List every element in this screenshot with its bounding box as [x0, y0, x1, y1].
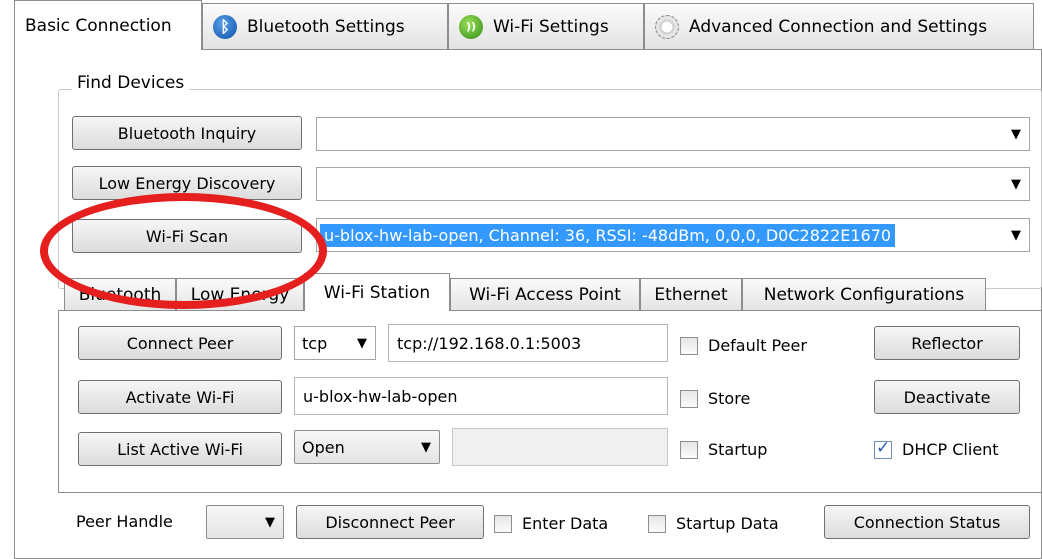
chevron-down-icon[interactable]: ▼ [413, 440, 439, 455]
tab-label: Wi-Fi Settings [493, 16, 609, 37]
enter-data-checkbox[interactable]: Enter Data [494, 514, 608, 533]
tab-wifi-access-point[interactable]: Wi-Fi Access Point [450, 278, 640, 311]
tab-label: Bluetooth Settings [247, 16, 405, 37]
checkbox-box[interactable] [680, 389, 698, 408]
tab-ethernet[interactable]: Ethernet [640, 278, 742, 311]
checkbox-label: Enter Data [522, 514, 609, 533]
startup-checkbox[interactable]: Startup [680, 440, 767, 459]
tab-bluetooth-settings[interactable]: Bluetooth Settings [202, 3, 448, 49]
dhcp-client-checkbox[interactable]: DHCP Client [874, 438, 999, 459]
security-select[interactable]: Open ▼ [294, 430, 440, 464]
chevron-down-icon[interactable]: ▼ [1003, 127, 1029, 142]
security-value: Open [302, 437, 345, 457]
store-checkbox[interactable]: Store [680, 389, 750, 408]
checkbox-box[interactable] [648, 514, 666, 533]
chevron-down-icon[interactable]: ▼ [257, 515, 283, 530]
protocol-value: tcp [302, 333, 328, 353]
checkbox-label: Startup Data [676, 514, 779, 533]
checkbox-box[interactable] [680, 440, 698, 459]
checkbox-label: Store [708, 389, 751, 408]
wifi-icon [459, 14, 483, 39]
bluetooth-icon [213, 14, 237, 39]
peer-url-input[interactable]: tcp://192.168.0.1:5003 [388, 324, 668, 362]
tab-label: Wi-Fi Station [323, 282, 431, 303]
connect-peer-button[interactable]: Connect Peer [78, 326, 282, 360]
tab-network-configurations[interactable]: Network Configurations [742, 278, 986, 311]
default-peer-checkbox[interactable]: Default Peer [680, 336, 807, 355]
wifi-scan-button[interactable]: Wi-Fi Scan [72, 219, 302, 253]
reflector-button[interactable]: Reflector [874, 326, 1020, 360]
checkbox-box[interactable] [874, 438, 892, 459]
tab-label: Advanced Connection and Settings [689, 16, 988, 37]
tab-label: Ethernet [654, 285, 728, 305]
find-devices-title: Find Devices [72, 73, 190, 93]
chevron-down-icon[interactable]: ▼ [349, 336, 375, 351]
peer-handle-select[interactable]: ▼ [206, 505, 284, 539]
low-energy-discovery-button[interactable]: Low Energy Discovery [72, 166, 302, 200]
low-energy-discovery-combo[interactable]: ▼ [316, 167, 1030, 201]
protocol-select[interactable]: tcp ▼ [294, 326, 376, 360]
tab-label: Wi-Fi Access Point [469, 285, 621, 305]
startup-data-checkbox[interactable]: Startup Data [648, 514, 779, 533]
tab-label: Low Energy [190, 285, 290, 305]
activate-wifi-button[interactable]: Activate Wi-Fi [78, 380, 282, 414]
peer-handle-label: Peer Handle [76, 512, 173, 531]
tab-label: Bluetooth [78, 285, 162, 305]
tab-bluetooth[interactable]: Bluetooth [64, 278, 176, 311]
wifi-scan-combo[interactable]: u-blox-hw-lab-open, Channel: 36, RSSI: -… [316, 218, 1030, 252]
tab-advanced-connection[interactable]: Advanced Connection and Settings [644, 3, 1034, 49]
checkbox-box[interactable] [494, 514, 512, 533]
disconnect-peer-button[interactable]: Disconnect Peer [296, 505, 484, 539]
password-input[interactable] [452, 428, 668, 466]
ssid-input[interactable]: u-blox-hw-lab-open [294, 377, 668, 415]
checkbox-label: Default Peer [708, 336, 807, 355]
connection-status-button[interactable]: Connection Status [824, 505, 1030, 539]
chevron-down-icon[interactable]: ▼ [1003, 177, 1029, 192]
wifi-scan-selected-value: u-blox-hw-lab-open, Channel: 36, RSSI: -… [320, 223, 896, 247]
list-active-wifi-button[interactable]: List Active Wi-Fi [78, 432, 282, 466]
gear-icon [655, 14, 679, 39]
tab-basic-connection[interactable]: Basic Connection [14, 0, 202, 50]
tab-label: Network Configurations [763, 285, 965, 305]
bluetooth-inquiry-combo[interactable]: ▼ [316, 117, 1030, 151]
checkbox-label: DHCP Client [902, 440, 999, 459]
tab-wifi-settings[interactable]: Wi-Fi Settings [448, 3, 644, 49]
chevron-down-icon[interactable]: ▼ [1003, 228, 1029, 243]
bluetooth-inquiry-button[interactable]: Bluetooth Inquiry [72, 116, 302, 150]
deactivate-button[interactable]: Deactivate [874, 380, 1020, 414]
checkbox-box[interactable] [680, 336, 698, 355]
tab-label: Basic Connection [25, 15, 172, 36]
checkbox-label: Startup [708, 440, 768, 459]
tab-low-energy[interactable]: Low Energy [176, 278, 304, 311]
tab-wifi-station[interactable]: Wi-Fi Station [304, 273, 450, 311]
